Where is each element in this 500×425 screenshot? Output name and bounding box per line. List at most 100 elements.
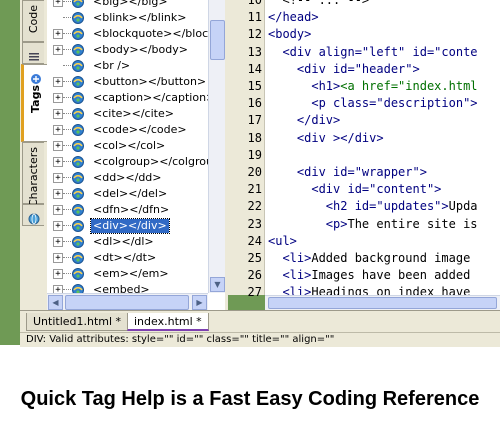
expand-icon[interactable]: + bbox=[53, 141, 63, 151]
tree-item[interactable]: + <button></button> bbox=[47, 74, 225, 90]
line-number: 22 bbox=[247, 199, 262, 214]
tree-item[interactable]: + <caption></caption> bbox=[47, 90, 225, 106]
doc-tab-index[interactable]: index.html * bbox=[127, 313, 209, 331]
line-number: 16 bbox=[247, 96, 262, 111]
line-number: 26 bbox=[247, 268, 262, 283]
scroll-down-arrow-icon[interactable]: ▼ bbox=[210, 277, 225, 292]
code-token: The entire site is bbox=[347, 216, 478, 231]
expand-icon[interactable]: + bbox=[53, 269, 63, 279]
side-tab-strip: Code Tags Characters bbox=[20, 0, 48, 325]
tree-item[interactable]: + <dd></dd> bbox=[47, 170, 225, 186]
code-line: <div id="header"> bbox=[268, 62, 420, 76]
code-line: <h2 id="updates">Upda bbox=[268, 199, 478, 213]
tag-icon bbox=[72, 44, 84, 56]
tag-icon bbox=[72, 172, 84, 184]
code-token: <div ></div> bbox=[268, 130, 384, 145]
code-hscroll-thumb[interactable] bbox=[268, 297, 497, 309]
expand-icon[interactable]: + bbox=[53, 109, 63, 119]
tab-extra[interactable] bbox=[22, 42, 44, 64]
tree-connector bbox=[63, 17, 71, 18]
tree-horizontal-scrollbar[interactable]: ◀ ▶ bbox=[47, 293, 208, 311]
tree-connector bbox=[63, 97, 71, 98]
tree-item[interactable]: + <cite></cite> bbox=[47, 106, 225, 122]
tree-item[interactable]: + <blockquote></blockquo bbox=[47, 26, 225, 42]
tag-icon bbox=[72, 124, 84, 136]
code-token: Headings on index have bbox=[311, 285, 471, 295]
expand-icon[interactable]: + bbox=[53, 221, 63, 231]
tree-item[interactable]: + <dl></dl> bbox=[47, 234, 225, 250]
tree-item[interactable]: + <col></col> bbox=[47, 138, 225, 154]
tab-characters[interactable]: Characters bbox=[22, 142, 44, 207]
tree-connector bbox=[63, 209, 71, 210]
list-icon bbox=[28, 53, 39, 61]
line-number: 24 bbox=[247, 233, 262, 248]
tree-item[interactable]: + <body></body> bbox=[47, 42, 225, 58]
tree-hscroll-thumb[interactable] bbox=[65, 295, 189, 310]
tree-connector bbox=[63, 273, 71, 274]
tag-tree: + <big></big> <blink></blink> + <blockquote>… bbox=[47, 0, 226, 310]
expand-icon[interactable]: + bbox=[53, 77, 63, 87]
line-number: 23 bbox=[247, 216, 262, 231]
expand-icon[interactable]: + bbox=[53, 29, 63, 39]
tree-vertical-scrollbar[interactable]: ▼ bbox=[208, 0, 226, 293]
tree-item-label: <blink></blink> bbox=[93, 11, 187, 24]
code-line: <li>Images have been added bbox=[268, 268, 470, 282]
line-number: 19 bbox=[247, 147, 262, 162]
code-token: <!-- ... --> bbox=[268, 0, 370, 7]
tree-scroll-thumb[interactable] bbox=[210, 20, 225, 60]
line-number: 18 bbox=[247, 130, 262, 145]
expand-icon[interactable]: + bbox=[53, 253, 63, 263]
tab-misc[interactable] bbox=[22, 204, 44, 226]
code-token: <div id="header"> bbox=[268, 61, 420, 76]
line-number: 13 bbox=[247, 44, 262, 59]
scroll-left-arrow-icon[interactable]: ◀ bbox=[48, 295, 63, 310]
tree-item[interactable]: <br /> bbox=[47, 58, 225, 74]
code-editor[interactable]: <!-- ... --> </head> <body> <div align="le… bbox=[265, 0, 500, 295]
expand-icon[interactable]: + bbox=[53, 93, 63, 103]
doc-tab-untitled1[interactable]: Untitled1.html * bbox=[26, 313, 129, 331]
tree-item[interactable]: + <colgroup></colgroup> bbox=[47, 154, 225, 170]
tree-item[interactable]: + <del></del> bbox=[47, 186, 225, 202]
tag-icon bbox=[72, 12, 84, 24]
expand-icon[interactable]: + bbox=[53, 0, 63, 7]
tags-tab-icon bbox=[30, 74, 41, 84]
tree-connector bbox=[63, 1, 71, 2]
tag-icon bbox=[72, 92, 84, 104]
globe-icon bbox=[28, 213, 39, 225]
expand-icon[interactable]: + bbox=[53, 173, 63, 183]
tag-icon bbox=[72, 204, 84, 216]
tree-item[interactable]: + <big></big> bbox=[47, 0, 225, 10]
expand-icon[interactable]: + bbox=[53, 157, 63, 167]
tag-icon bbox=[72, 0, 84, 8]
expand-icon[interactable]: + bbox=[53, 45, 63, 55]
tree-item[interactable]: + <div></div> bbox=[47, 218, 225, 234]
tree-item[interactable]: + <dt></dt> bbox=[47, 250, 225, 266]
tree-item[interactable]: + <dfn></dfn> bbox=[47, 202, 225, 218]
scroll-right-arrow-icon[interactable]: ▶ bbox=[192, 295, 207, 310]
expand-icon[interactable]: + bbox=[53, 237, 63, 247]
tree-item[interactable]: + <em></em> bbox=[47, 266, 225, 282]
tag-icon bbox=[72, 28, 84, 40]
expand-icon[interactable]: + bbox=[53, 205, 63, 215]
code-horizontal-scrollbar[interactable] bbox=[265, 295, 500, 311]
line-number: 17 bbox=[247, 113, 262, 128]
tag-icon bbox=[72, 76, 84, 88]
tag-icon bbox=[72, 252, 84, 264]
code-token: <li> bbox=[268, 251, 312, 265]
tree-connector bbox=[63, 225, 71, 226]
tree-item-label: <big></big> bbox=[93, 0, 168, 8]
code-token: <h1> bbox=[268, 79, 341, 93]
tab-code[interactable]: Code bbox=[22, 0, 44, 42]
expand-icon[interactable]: + bbox=[53, 189, 63, 199]
tree-item[interactable]: <blink></blink> bbox=[47, 10, 225, 26]
code-line: <li>Added background image bbox=[268, 251, 470, 265]
expand-icon[interactable]: + bbox=[53, 125, 63, 135]
line-number: 15 bbox=[247, 79, 262, 93]
tree-connector bbox=[63, 145, 71, 146]
code-token: <a href="index.html bbox=[340, 79, 478, 93]
tab-tags[interactable]: Tags bbox=[21, 64, 47, 142]
code-token: <p class="description"> bbox=[268, 96, 478, 111]
code-token: Images have been added bbox=[311, 268, 471, 283]
tree-item[interactable]: + <code></code> bbox=[47, 122, 225, 138]
